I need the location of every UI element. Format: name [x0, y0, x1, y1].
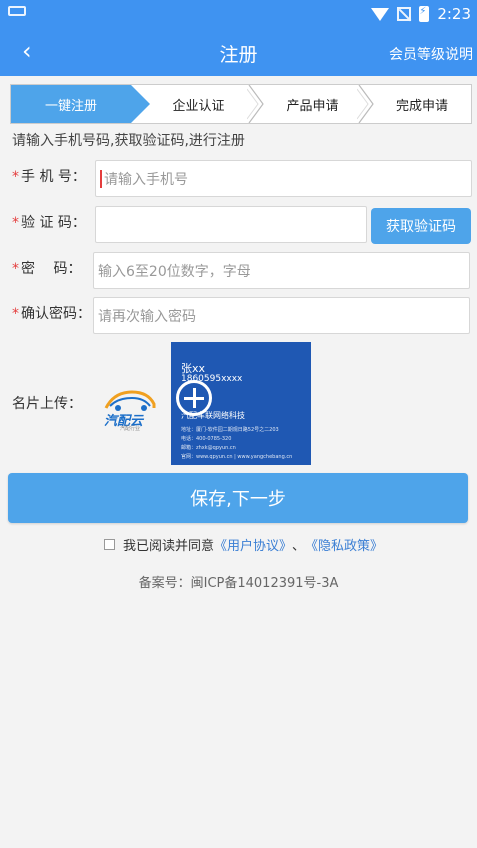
step-label: 产品申请: [286, 98, 339, 114]
register-hint: 请输入手机号码,获取验证码,进行注册: [12, 133, 245, 149]
get-code-button[interactable]: 获取验证码: [371, 208, 471, 244]
logo-subtext: 汽配行业: [120, 426, 141, 432]
agree-text: 我已阅读并同意: [123, 539, 215, 554]
save-next-button[interactable]: 保存,下一步: [8, 473, 468, 523]
status-bar: 2:23: [0, 0, 477, 30]
agree-checkbox[interactable]: [104, 539, 115, 550]
password-label-text: 密 码：: [21, 261, 82, 277]
card-line: 电话：400-0785-320: [181, 436, 232, 442]
required-mark: *: [12, 261, 19, 277]
step-label: 完成申请: [395, 98, 448, 114]
status-time: 2:23: [437, 5, 471, 23]
step-label: 一键注册: [44, 98, 97, 114]
battery-charging-icon: [419, 6, 430, 22]
agree-separator: 、: [292, 539, 306, 554]
step-product-apply: 产品申请: [265, 85, 360, 123]
text-cursor: [100, 169, 102, 188]
verification-code-input[interactable]: [95, 206, 367, 243]
step-chevron-icon: [247, 85, 264, 123]
code-label-text: 验 证 码：: [21, 215, 86, 231]
card-line: 邮箱：zhxk@qpyun.cn: [181, 445, 236, 451]
confirm-label-text: 确认密码：: [21, 306, 91, 322]
wifi-icon: [371, 7, 390, 21]
agreement-row: 我已阅读并同意 《用户协议》 、 《隐私政策》: [104, 535, 383, 554]
keyboard-icon: [8, 6, 26, 16]
code-label: * 验 证 码：: [12, 212, 86, 232]
registration-steps: 一键注册 企业认证 产品申请 完成申请: [10, 84, 472, 124]
required-mark: *: [12, 169, 19, 185]
status-icons: 2:23: [371, 5, 471, 23]
privacy-policy-link[interactable]: 《隐私政策》: [305, 535, 383, 554]
password-label: * 密 码：: [12, 258, 81, 278]
phone-input[interactable]: 请输入手机号: [95, 160, 472, 197]
confirm-placeholder: 请再次输入密码: [98, 308, 196, 325]
step-label: 企业认证: [172, 98, 225, 114]
phone-label: * 手 机 号：: [12, 166, 86, 186]
title-bar: ‹ 注册 会员等级说明: [0, 30, 477, 76]
confirm-password-input[interactable]: 请再次输入密码: [93, 297, 470, 334]
card-upload-label: 名片上传：: [12, 396, 82, 412]
step-register: 一键注册: [11, 85, 150, 123]
business-card-upload[interactable]: 张xx 1860595xxxx 汽配车联网络科技 地址：厦门-软件园二期观日路5…: [171, 342, 311, 465]
phone-label-text: 手 机 号：: [21, 169, 86, 185]
user-agreement-link[interactable]: 《用户协议》: [214, 535, 292, 554]
icp-record: 备案号：闽ICP备14012391号-3A: [138, 576, 339, 591]
no-signal-icon: [397, 7, 412, 21]
confirm-password-label: * 确认密码：: [12, 303, 91, 323]
required-mark: *: [12, 215, 19, 231]
password-placeholder: 输入6至20位数字，字母: [98, 263, 251, 280]
step-complete: 完成申请: [373, 85, 471, 123]
step-company-auth: 企业认证: [151, 85, 246, 123]
card-line: 官网：www.qpyun.cn | www.yangchebang.cn: [181, 454, 293, 460]
member-level-link[interactable]: 会员等级说明: [389, 44, 473, 64]
required-mark: *: [12, 306, 19, 322]
phone-placeholder: 请输入手机号: [104, 171, 188, 188]
card-company: 汽配车联网络科技: [181, 411, 245, 420]
card-line: 地址：厦门-软件园二期观日路52号之二203: [181, 427, 279, 433]
password-input[interactable]: 输入6至20位数字，字母: [93, 252, 470, 289]
